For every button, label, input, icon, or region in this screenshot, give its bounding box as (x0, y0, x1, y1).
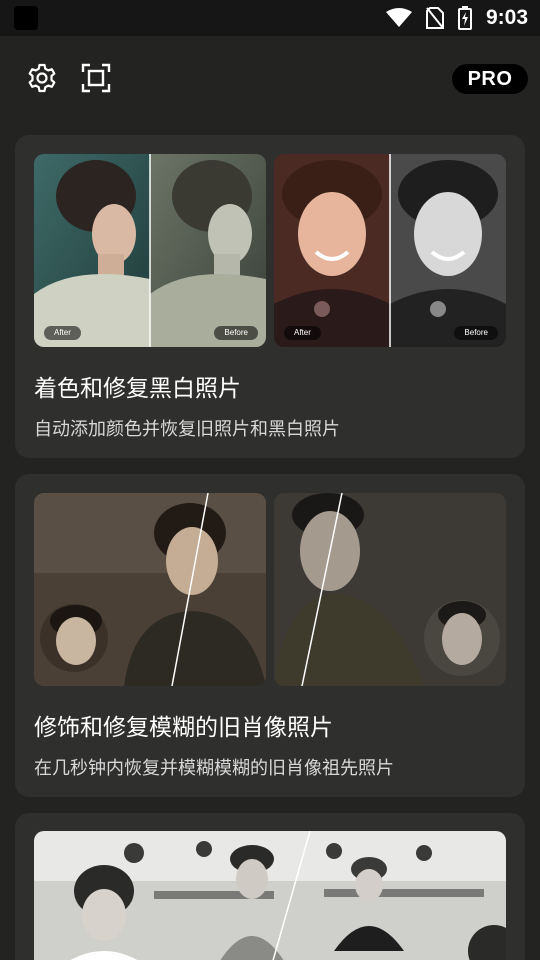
man-in-uniform-before-after-image (274, 493, 506, 686)
top-toolbar: PRO (0, 36, 540, 122)
smiling-woman-before-after-image: After Before (274, 154, 506, 347)
after-label: After (284, 326, 321, 340)
card-image-row: After Before After Before (34, 154, 506, 347)
classroom-photo-image (34, 831, 506, 960)
wifi-icon (385, 8, 412, 27)
no-sim-icon (425, 7, 444, 29)
colorize-feature-card[interactable]: After Before After Before 着色和修复黑白照片 自动添加… (15, 135, 525, 458)
before-label: Before (214, 326, 258, 340)
retouch-portrait-feature-card[interactable]: 修饰和修复模糊的旧肖像照片 在几秒钟内恢复并模糊模糊的旧肖像祖先照片 (15, 474, 525, 797)
card-description: 自动添加颜色并恢复旧照片和黑白照片 (34, 419, 340, 440)
before-label: Before (454, 326, 498, 340)
woman-in-uniform-before-after-image (34, 493, 266, 686)
settings-gear-icon[interactable] (26, 62, 58, 94)
card-image-row (34, 493, 506, 686)
card-title: 修饰和修复模糊的旧肖像照片 (34, 715, 333, 741)
scan-frame-icon[interactable] (80, 62, 112, 94)
app-icon (14, 6, 38, 30)
after-label: After (44, 326, 81, 340)
status-bar: 9:03 (0, 0, 540, 36)
card-title: 着色和修复黑白照片 (34, 376, 241, 402)
status-time: 9:03 (485, 6, 528, 29)
classroom-feature-card[interactable] (15, 813, 525, 960)
status-icons: 9:03 (385, 6, 528, 30)
victorian-woman-before-after-image: After Before (34, 154, 266, 347)
pro-badge-button[interactable]: PRO (452, 64, 528, 94)
card-description: 在几秒钟内恢复并模糊模糊的旧肖像祖先照片 (34, 758, 394, 779)
battery-icon (457, 6, 472, 30)
